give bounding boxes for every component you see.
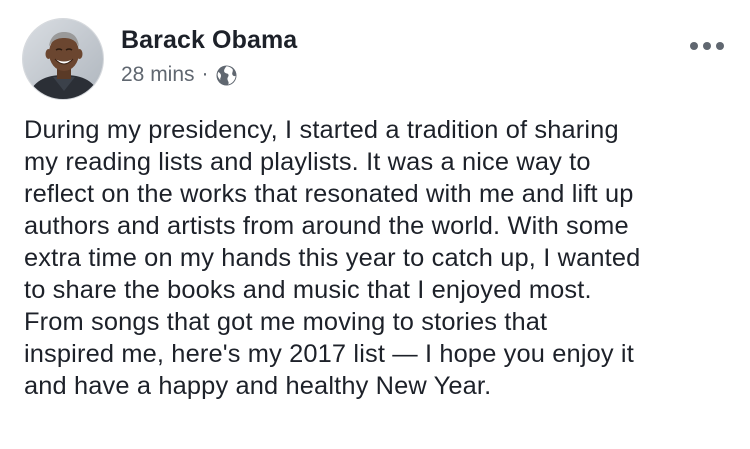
post-text-line: authors and artists from around the worl… — [24, 212, 629, 240]
timestamp[interactable]: 28 mins — [121, 63, 195, 87]
facebook-post: Barack Obama 28 mins · During my preside… — [0, 0, 750, 449]
post-text-line: and have a happy and healthy New Year. — [24, 372, 492, 400]
post-text-line: extra time on my hands this year to catc… — [24, 244, 641, 272]
post-text-line: my reading lists and playlists. It was a… — [24, 148, 591, 176]
profile-photo — [23, 19, 103, 99]
avatar[interactable] — [22, 18, 104, 100]
meta-separator: · — [201, 61, 209, 85]
author-name[interactable]: Barack Obama — [121, 26, 297, 55]
globe-icon[interactable] — [216, 65, 237, 86]
more-options-button[interactable] — [685, 36, 729, 56]
post-meta: 28 mins · — [121, 62, 237, 88]
post-text-line: During my presidency, I started a tradit… — [24, 116, 619, 144]
post-text-line: inspired me, here's my 2017 list — I hop… — [24, 340, 634, 368]
post-text-line: From songs that got me moving to stories… — [24, 308, 548, 336]
post-text: During my presidency, I started a tradit… — [24, 114, 724, 402]
post-text-line: to share the books and music that I enjo… — [24, 276, 592, 304]
more-options-icon — [690, 42, 724, 50]
post-text-line: reflect on the works that resonated with… — [24, 180, 634, 208]
